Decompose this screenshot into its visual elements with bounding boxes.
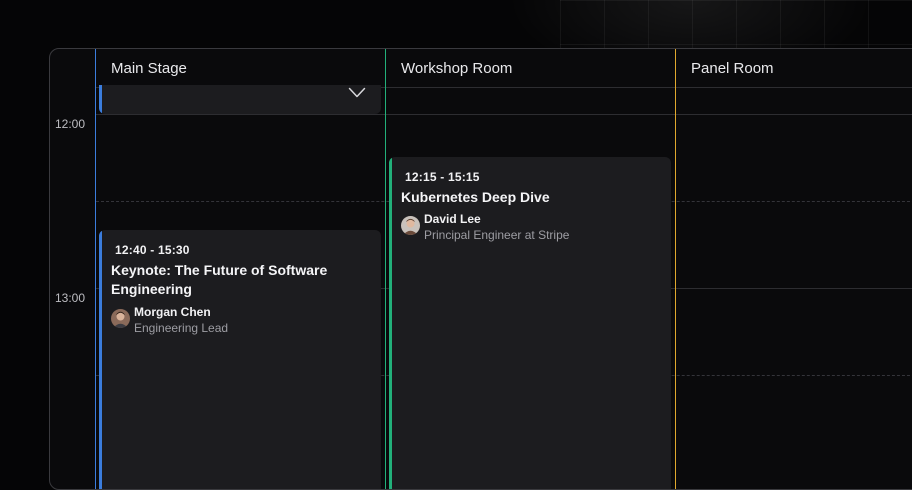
person-avatar	[401, 216, 420, 235]
event-title-line-1: Keynote: The Future of Software	[111, 262, 328, 278]
event-title-line-2: Engineering	[111, 281, 192, 297]
hour-line-1200	[96, 114, 912, 115]
speaker-role: Engineering Lead	[134, 321, 229, 335]
column-line-main-stage	[95, 49, 96, 489]
event-time: 12:40 - 15:30	[115, 243, 190, 257]
column-line-workshop-room	[385, 49, 386, 489]
column-header-main-stage[interactable]: Main Stage	[111, 60, 187, 77]
event-time: 12:15 - 15:15	[405, 170, 480, 184]
chevron-down-icon[interactable]	[348, 87, 366, 99]
event-accent-bar	[99, 85, 102, 114]
column-header-workshop-room[interactable]: Workshop Room	[401, 60, 512, 77]
event-accent-bar	[99, 230, 102, 489]
person-avatar	[111, 309, 130, 328]
background-grid-pattern	[560, 0, 912, 48]
speaker-role: Principal Engineer at Stripe	[424, 228, 570, 242]
time-label-1300: 13:00	[55, 291, 86, 305]
event-title: Kubernetes Deep Dive	[401, 189, 550, 205]
event-card-keynote[interactable]: 12:40 - 15:30 Keynote: The Future of Sof…	[99, 230, 381, 489]
speaker-name: David Lee	[424, 212, 481, 226]
event-card-kubernetes[interactable]: 12:15 - 15:15 Kubernetes Deep Dive David…	[389, 157, 671, 489]
collapsed-event-card[interactable]	[99, 85, 381, 114]
time-label-1200: 12:00	[55, 117, 86, 131]
column-header-panel-room[interactable]: Panel Room	[691, 60, 774, 77]
event-accent-bar	[389, 157, 392, 489]
schedule-calendar: Main Stage Workshop Room Panel Room 12:0…	[49, 48, 912, 490]
column-line-panel-room	[675, 49, 676, 489]
event-title: Keynote: The Future of Software Engineer…	[111, 261, 327, 299]
speaker-name: Morgan Chen	[134, 305, 211, 319]
